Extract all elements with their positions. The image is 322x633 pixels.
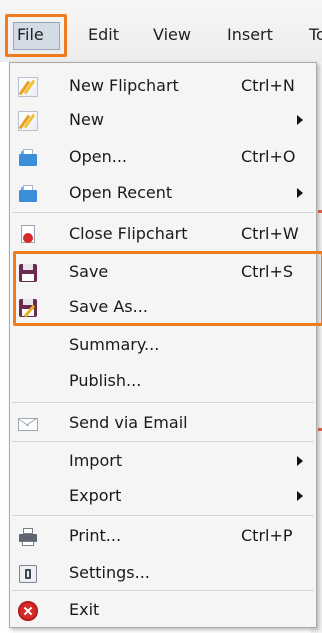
menu-item-shortcut: Ctrl+W xyxy=(241,224,299,243)
menu-item-new-flipchart[interactable]: New Flipchart Ctrl+N xyxy=(10,69,316,103)
flipchart-icon xyxy=(18,77,38,97)
menu-insert[interactable]: Insert xyxy=(227,24,273,46)
menu-item-summary[interactable]: Summary... xyxy=(10,328,316,362)
menu-separator xyxy=(12,212,314,213)
file-menu-highlight-box xyxy=(5,14,67,57)
menu-item-open[interactable]: Open... Ctrl+O xyxy=(10,140,316,174)
submenu-arrow-icon xyxy=(297,188,303,198)
menu-item-exit[interactable]: Exit xyxy=(10,593,316,627)
menu-item-label: Summary... xyxy=(69,335,160,354)
menu-item-open-recent[interactable]: Open Recent xyxy=(10,176,316,210)
background-marker xyxy=(318,428,322,431)
menu-item-send-via-email[interactable]: Send via Email xyxy=(10,406,316,440)
menu-item-settings[interactable]: Settings... xyxy=(10,556,316,590)
menu-item-label: Print... xyxy=(69,526,122,545)
exit-icon xyxy=(18,601,38,621)
menu-item-label: Open... xyxy=(69,147,127,166)
folder-icon xyxy=(18,148,38,168)
menu-item-publish[interactable]: Publish... xyxy=(10,364,316,398)
close-document-icon xyxy=(18,225,38,245)
menu-separator xyxy=(12,590,314,591)
menu-item-export[interactable]: Export xyxy=(10,479,316,513)
save-items-highlight-box xyxy=(13,251,322,326)
menu-view[interactable]: View xyxy=(153,24,191,46)
folder-icon xyxy=(18,184,38,204)
menu-item-label: Settings... xyxy=(69,563,150,582)
menu-item-close-flipchart[interactable]: Close Flipchart Ctrl+W xyxy=(10,217,316,251)
background-marker xyxy=(318,210,322,213)
menu-item-import[interactable]: Import xyxy=(10,444,316,478)
file-dropdown-menu: New Flipchart Ctrl+N New Open... Ctrl+O … xyxy=(9,62,322,628)
menu-item-label: Exit xyxy=(69,600,100,619)
menu-separator xyxy=(12,402,314,403)
menubar: File Edit View Insert To xyxy=(0,0,322,62)
menu-item-label: New Flipchart xyxy=(69,76,179,95)
menu-item-new[interactable]: New xyxy=(10,103,316,137)
menu-item-label: Import xyxy=(69,451,123,470)
envelope-icon xyxy=(18,414,38,434)
menu-tools[interactable]: To xyxy=(309,24,322,46)
menu-item-label: Send via Email xyxy=(69,413,188,432)
settings-icon xyxy=(18,564,38,584)
menu-edit[interactable]: Edit xyxy=(88,24,119,46)
menu-separator xyxy=(12,441,314,442)
menu-item-shortcut: Ctrl+N xyxy=(241,76,295,95)
printer-icon xyxy=(18,527,38,547)
flipchart-icon xyxy=(18,111,38,131)
menu-item-label: Publish... xyxy=(69,371,142,390)
menu-item-shortcut: Ctrl+P xyxy=(241,526,293,545)
menu-item-label: Open Recent xyxy=(69,183,173,202)
submenu-arrow-icon xyxy=(297,456,303,466)
submenu-arrow-icon xyxy=(297,491,303,501)
menu-separator xyxy=(12,515,314,516)
menu-item-shortcut: Ctrl+O xyxy=(241,147,296,166)
menu-item-print[interactable]: Print... Ctrl+P xyxy=(10,519,316,553)
menu-item-label: Export xyxy=(69,486,122,505)
submenu-arrow-icon xyxy=(297,115,303,125)
menu-item-label: Close Flipchart xyxy=(69,224,188,243)
menu-item-label: New xyxy=(69,110,104,129)
